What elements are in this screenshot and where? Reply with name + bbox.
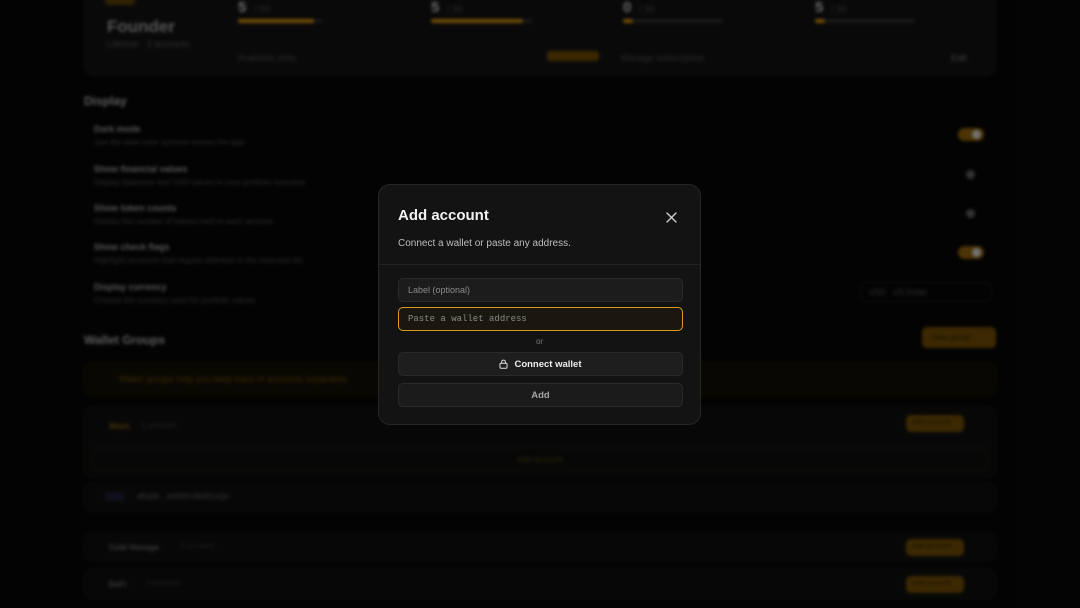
label-input[interactable] (398, 278, 683, 302)
or-separator: or (535, 337, 544, 346)
dialog-title: Add account (398, 207, 489, 224)
close-button[interactable] (663, 209, 679, 225)
add-label: Add (531, 389, 550, 401)
dialog-divider (379, 264, 700, 265)
connect-wallet-label: Connect wallet (514, 358, 582, 370)
wallet-address-input[interactable] (398, 307, 683, 331)
close-icon (665, 211, 677, 223)
connect-wallet-button[interactable]: Connect wallet (398, 352, 683, 376)
add-button[interactable]: Add (398, 383, 683, 407)
lock-icon (499, 359, 508, 369)
dialog-subtitle: Connect a wallet or paste any address. (398, 238, 571, 249)
add-account-dialog: Add account Connect a wallet or paste an… (378, 184, 701, 425)
